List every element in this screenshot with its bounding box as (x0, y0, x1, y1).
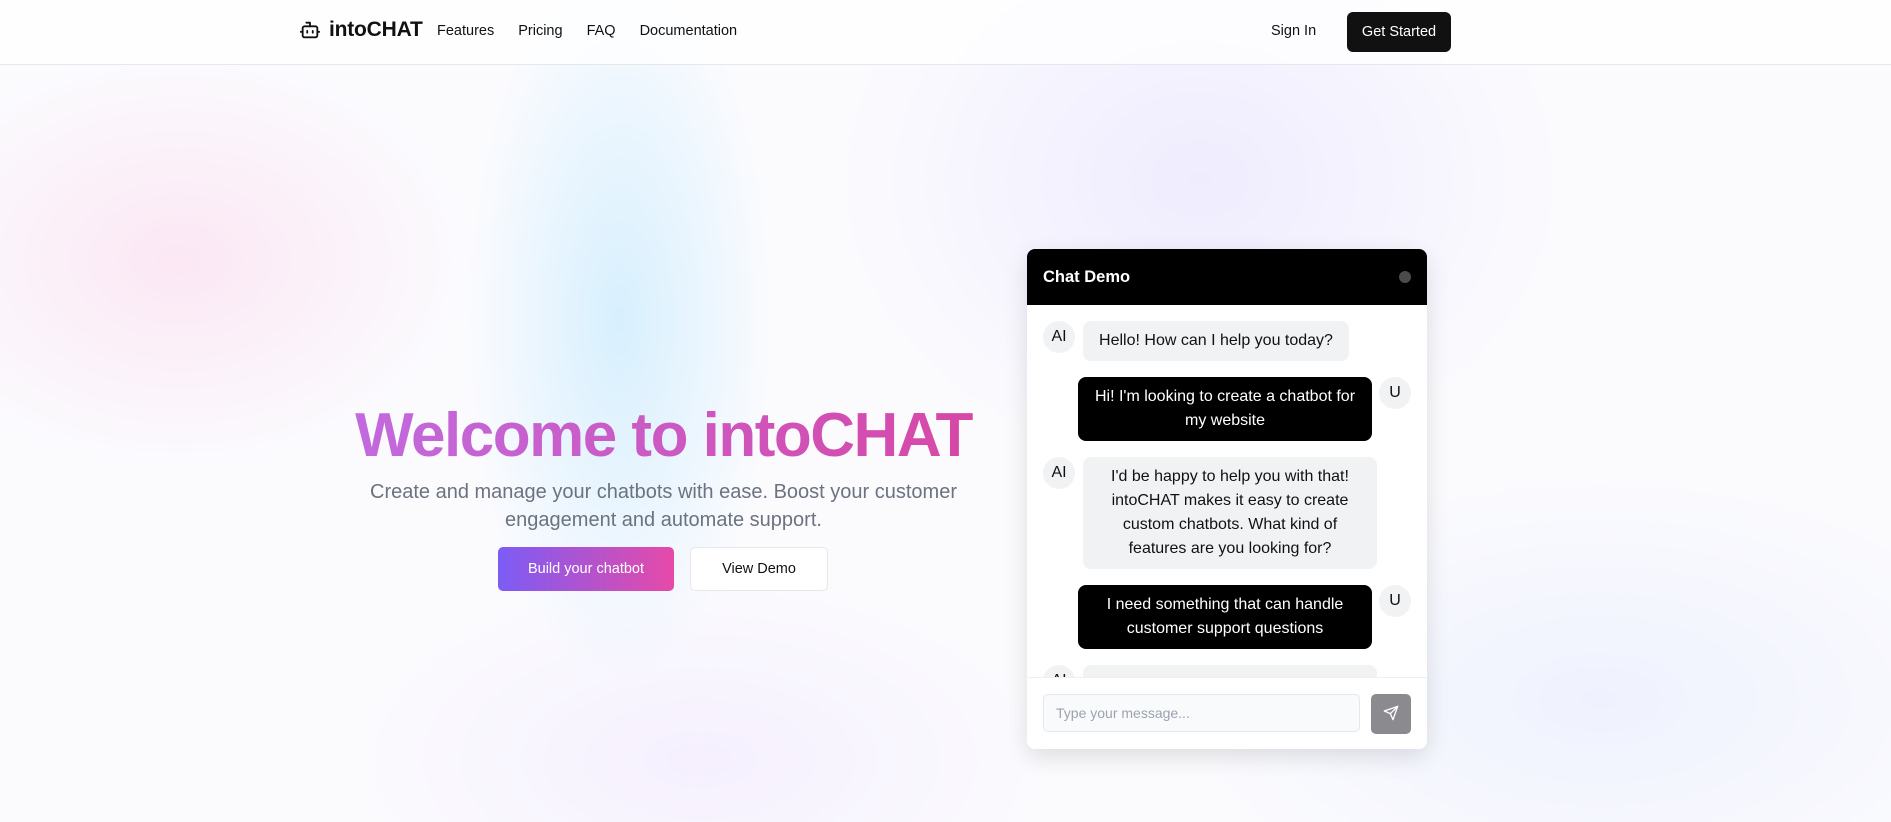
get-started-button[interactable]: Get Started (1347, 12, 1451, 52)
nav-link-documentation[interactable]: Documentation (640, 23, 738, 39)
nav-link-pricing[interactable]: Pricing (518, 23, 562, 39)
status-dot-icon (1399, 271, 1411, 283)
ai-avatar: AI (1043, 321, 1075, 353)
bot-icon (299, 19, 321, 41)
hero-title: Welcome to intoCHAT (330, 400, 997, 472)
message-bubble: I'd be happy to help you with that! into… (1083, 457, 1377, 569)
top-navbar: intoCHAT Features Pricing FAQ Documentat… (0, 0, 1891, 65)
hero-subtitle: Create and manage your chatbots with eas… (370, 481, 957, 531)
chat-messages[interactable]: AI Hello! How can I help you today? Hi! … (1027, 305, 1427, 677)
nav-link-faq[interactable]: FAQ (587, 23, 616, 39)
sign-in-link[interactable]: Sign In (1271, 23, 1316, 39)
nav-links: Features Pricing FAQ Documentation (437, 23, 761, 39)
user-avatar: U (1379, 377, 1411, 409)
brand-logo[interactable]: intoCHAT (299, 18, 423, 42)
hero-section: Welcome to intoCHAT Create and manage yo… (330, 400, 997, 591)
send-icon (1383, 705, 1399, 724)
chat-header: Chat Demo (1027, 249, 1427, 305)
user-avatar: U (1379, 585, 1411, 617)
view-demo-button[interactable]: View Demo (690, 547, 828, 591)
chat-title: Chat Demo (1043, 268, 1131, 286)
message-bubble: I need something that can handle custome… (1078, 585, 1372, 649)
send-button[interactable] (1371, 694, 1411, 734)
chat-demo-widget: Chat Demo AI Hello! How can I help you t… (1027, 249, 1427, 749)
ai-avatar: AI (1043, 665, 1075, 677)
message-bubble: Hello! How can I help you today? (1083, 321, 1349, 361)
nav-link-features[interactable]: Features (437, 23, 494, 39)
ai-avatar: AI (1043, 457, 1075, 489)
chat-input-bar (1027, 677, 1427, 749)
build-chatbot-button[interactable]: Build your chatbot (498, 547, 674, 591)
brand-name: intoCHAT (329, 18, 423, 41)
chat-message-input[interactable] (1043, 694, 1360, 732)
message-bubble (1083, 665, 1377, 677)
message-bubble: Hi! I'm looking to create a chatbot for … (1078, 377, 1372, 441)
